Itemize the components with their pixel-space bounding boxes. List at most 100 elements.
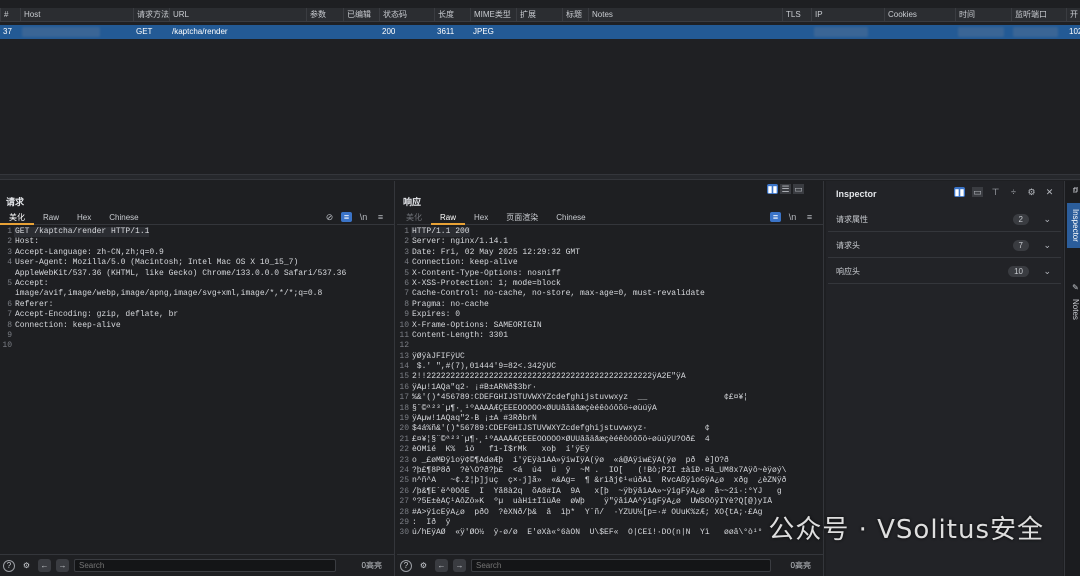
editor-line: 22 èÖMié K% ìö f1-I$rMk xoþ í'ÿÉÿ <box>397 445 823 455</box>
wrap-lines-icon[interactable]: ≡ <box>341 212 352 222</box>
row-mime: JPEG <box>473 27 494 36</box>
inspector-section-response-headers[interactable]: 响应头 10 ⌄ <box>828 260 1061 284</box>
col-header-extension[interactable]: 扩展 <box>516 8 562 22</box>
forward-arrow-icon[interactable]: → <box>56 559 69 572</box>
col-header-mime[interactable]: MIME类型 <box>470 8 516 22</box>
editor-line: image/avif,image/webp,image/apng,image/s… <box>0 289 394 299</box>
back-arrow-icon[interactable]: ← <box>38 559 51 572</box>
newline-toggle-icon[interactable]: \n <box>358 212 369 222</box>
col-header-start[interactable]: 开 <box>1066 8 1080 22</box>
editor-line: 26/þ&¶E`ë^0ÕôE Î Ýã8à2q õÀ8#ÌA 9Â x[þ ~ÿ… <box>397 487 823 497</box>
line-text: Pragma: no-cache <box>412 299 489 309</box>
tab-response-chinese[interactable]: Chinese <box>547 211 594 225</box>
row-length: 3611 <box>437 27 455 36</box>
col-header-cookies[interactable]: Cookies <box>884 8 955 22</box>
align-top-icon[interactable]: ⊤ <box>990 187 1001 197</box>
response-editor[interactable]: 1 HTTP/1.1 200 2 Server: nginx/1.14.1 3 Date:… <box>397 227 823 552</box>
inspector-toolbar: ▮▮ ▭ ⊤ ÷ ⚙ ✕ <box>954 187 1055 197</box>
right-sidebar: ⧉ Inspector ✎ Notes <box>1064 181 1080 576</box>
line-text: £¤¥¦§¨©ª²³´µ¶·¸¹ºÂÃÄÅÆÇÈÉÊÒÓÔÕÖ×ØÙÚâãäåæ… <box>412 434 710 444</box>
line-number: 22 <box>399 445 409 455</box>
inspector-layout-icon[interactable]: ▮▮ <box>954 187 965 197</box>
line-text: §¨©ª²³´µ¶·¸¹ºÂÃÄÅÆÇÈÉÊÒÓÔÕÖ×ØÙÚâãäåæçèéê… <box>412 403 657 413</box>
line-text: %&'()*456789:CDEFGHIJSTUVWXYZcdefghijstu… <box>412 393 749 403</box>
chevron-down-icon: ⌄ <box>1043 266 1051 276</box>
col-header-status[interactable]: 状态码 <box>379 8 434 22</box>
layout-side-icon[interactable]: ▮▮ <box>767 184 778 194</box>
response-highlight-count: 0高亮 <box>790 561 811 570</box>
tab-request-raw[interactable]: Raw <box>34 211 68 225</box>
editor-line: 6 X-XSS-Protection: 1; mode=block <box>397 279 823 289</box>
request-search-input[interactable] <box>74 559 336 572</box>
menu-icon[interactable]: ≡ <box>804 212 815 222</box>
tab-response-render[interactable]: 页面渲染 <box>497 211 547 225</box>
col-header-url[interactable]: URL <box>169 8 306 22</box>
history-row-selected[interactable]: 37 GET /kaptcha/render 200 3611 JPEG 102 <box>0 25 1080 39</box>
line-text: ÿØÿàJFIFÿÛC <box>412 351 465 361</box>
response-search-input[interactable] <box>471 559 771 572</box>
line-number: 26 <box>399 486 409 496</box>
col-header-notes[interactable]: Notes <box>588 8 782 22</box>
back-arrow-icon[interactable]: ← <box>435 559 448 572</box>
line-text: AppleWebKit/537.36 (KHTML, like Gecko) C… <box>15 268 347 278</box>
settings-gear-icon[interactable]: ⚙ <box>1026 187 1037 197</box>
editor-line: 1 GET /kaptcha/render HTTP/1.1 <box>0 227 394 238</box>
tab-response-hex[interactable]: Hex <box>465 211 497 225</box>
layout-stack-icon[interactable]: ☰ <box>780 184 791 194</box>
tab-request-pretty[interactable]: 美化 <box>0 211 34 225</box>
tab-response-pretty[interactable]: 美化 <box>397 211 431 225</box>
tab-request-hex[interactable]: Hex <box>68 211 100 225</box>
line-number: 5 <box>7 278 12 288</box>
tab-response-raw[interactable]: Raw <box>431 211 466 225</box>
col-header-listener-port[interactable]: 监听端口 <box>1011 8 1066 22</box>
forward-arrow-icon[interactable]: → <box>453 559 466 572</box>
inspector-section-request-attributes[interactable]: 请求属性 2 ⌄ <box>828 208 1061 232</box>
sidebar-tab-notes[interactable]: Notes <box>1067 299 1080 320</box>
menu-icon[interactable]: ≡ <box>375 212 386 222</box>
wrap-lines-icon[interactable]: ≡ <box>770 212 781 222</box>
section-label: 响应头 <box>836 267 860 276</box>
close-icon[interactable]: ✕ <box>1044 187 1055 197</box>
line-number: 30 <box>399 528 409 538</box>
settings-gear-icon[interactable]: ⚙ <box>417 559 430 572</box>
inspector-layout-alt-icon[interactable]: ▭ <box>972 187 983 197</box>
col-header-params[interactable]: 参数 <box>306 8 343 22</box>
line-number: 8 <box>404 299 409 309</box>
hide-icon[interactable]: ⊘ <box>324 212 335 222</box>
sidebar-tab-inspector[interactable]: Inspector <box>1067 203 1080 248</box>
redacted-ip <box>814 27 868 37</box>
col-header-host[interactable]: Host <box>20 8 133 22</box>
line-number: 6 <box>404 278 409 288</box>
help-icon[interactable]: ? <box>400 559 412 572</box>
layout-tab-icon[interactable]: ▭ <box>793 184 804 194</box>
request-pane: 请求 美化 Raw Hex Chinese ⊘ ≡ \n ≡ 1 GET /kap… <box>0 181 395 576</box>
pane-splitter[interactable] <box>0 174 1080 180</box>
col-header-edited[interactable]: 已编辑 <box>343 8 379 22</box>
col-header-method[interactable]: 请求方法 <box>133 8 169 22</box>
col-header-time[interactable]: 时间 <box>955 8 1011 22</box>
line-text: ?þ£¶8P8ð ?è\Ö?ð?þ£ <á ú4 ü ÿ ~M . ÎÕ[ (!… <box>412 465 787 475</box>
line-number: 8 <box>7 320 12 330</box>
line-number: 18 <box>399 403 409 413</box>
col-header-title[interactable]: 标题 <box>562 8 588 22</box>
inspector-section-request-headers[interactable]: 请求头 7 ⌄ <box>828 234 1061 258</box>
layout-toggle: ▮▮ ☰ ▭ <box>767 184 804 194</box>
section-label: 请求属性 <box>836 215 868 224</box>
col-header-ip[interactable]: IP <box>811 8 884 22</box>
line-text: #Â>ÿicEÿÁ¿ø pðO ?èXÑð/þ& â ìþ* Y´ñ/ ·YZÜ… <box>412 507 763 517</box>
newline-toggle-icon[interactable]: \n <box>787 212 798 222</box>
help-icon[interactable]: ? <box>3 559 15 572</box>
col-header-tls[interactable]: TLS <box>782 8 811 22</box>
request-editor[interactable]: 1 GET /kaptcha/render HTTP/1.1 2 Host: 3 Acc… <box>0 227 394 552</box>
editor-line: 7 Cache-Control: no-cache, no-store, max-… <box>397 289 823 299</box>
line-number: 6 <box>7 299 12 309</box>
editor-line: 8 Connection: keep-alive <box>0 321 394 331</box>
editor-line: 21 £¤¥¦§¨©ª²³´µ¶·¸¹ºÂÃÄÅÆÇÈÉÊÒÓÔÕÖ×ØÙÚâãä… <box>397 435 823 445</box>
split-icon[interactable]: ÷ <box>1008 187 1019 197</box>
settings-gear-icon[interactable]: ⚙ <box>20 559 33 572</box>
line-text: Connection: keep-alive <box>412 258 518 268</box>
col-header-length[interactable]: 长度 <box>434 8 470 22</box>
line-number: 4 <box>404 258 409 268</box>
col-header-num[interactable]: # <box>0 8 20 22</box>
tab-request-chinese[interactable]: Chinese <box>100 211 147 225</box>
